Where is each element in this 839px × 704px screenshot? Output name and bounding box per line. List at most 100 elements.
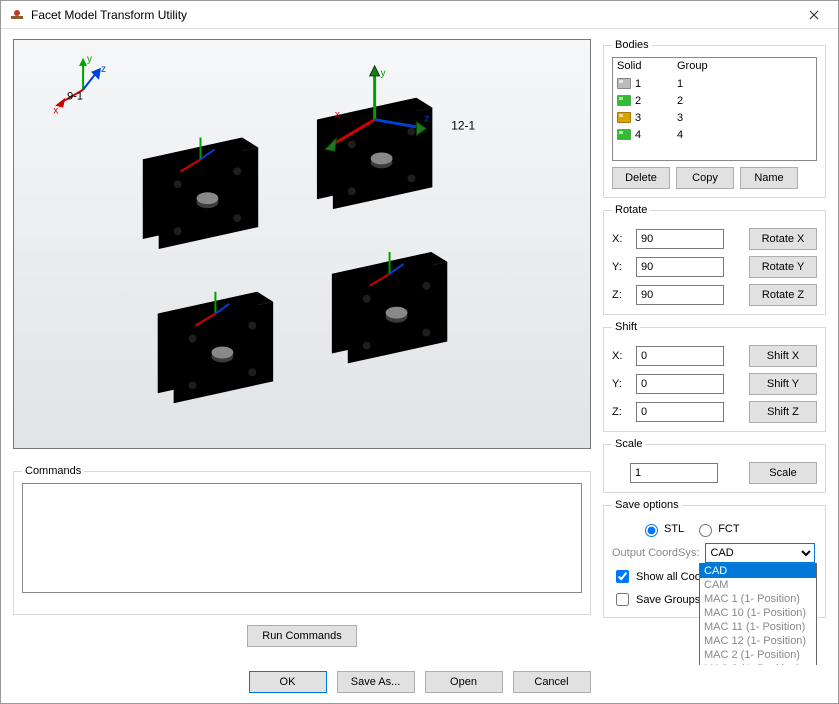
save-options-legend: Save options <box>612 499 682 511</box>
body-solid-id: 3 <box>635 112 677 124</box>
rotate-z-button[interactable]: Rotate Z <box>749 284 817 306</box>
rotate-x-button[interactable]: Rotate X <box>749 228 817 250</box>
body-axis-label: 12-1 <box>451 119 475 133</box>
scale-legend: Scale <box>612 438 646 450</box>
body-4-green[interactable] <box>158 292 273 403</box>
shift-group: Shift X: Shift X Y: Shift Y Z: Shift Z <box>603 321 826 432</box>
body-solid-id: 1 <box>635 78 677 90</box>
scale-group: Scale Scale <box>603 438 826 493</box>
show-all-coordsys-checkbox[interactable] <box>616 570 629 583</box>
dialog-button-bar: OK Save As... Open Cancel <box>1 665 838 703</box>
output-coordsys-select[interactable]: CAD <box>705 543 815 563</box>
viewport-scene: y x z 9-1 <box>14 40 590 448</box>
svg-text:x: x <box>53 106 58 117</box>
dropdown-option[interactable]: MAC 11 (1- Position) <box>700 620 816 634</box>
dialog-window: Facet Model Transform Utility y x <box>0 0 839 704</box>
close-icon <box>809 10 819 20</box>
dropdown-option[interactable]: MAC 10 (1- Position) <box>700 606 816 620</box>
save-options-group: Save options STL FCT Output CoordSys: CA… <box>603 499 826 618</box>
shift-z-input[interactable] <box>636 402 724 422</box>
body-color-icon <box>617 78 631 89</box>
body-group-id: 1 <box>677 78 683 90</box>
shift-x-label: X: <box>612 350 628 362</box>
rotate-x-label: X: <box>612 233 628 245</box>
body-color-icon <box>617 129 631 140</box>
shift-x-input[interactable] <box>636 346 724 366</box>
commands-group: Commands <box>13 465 591 615</box>
bodies-legend: Bodies <box>612 39 652 51</box>
body-group-id: 2 <box>677 95 683 107</box>
titlebar: Facet Model Transform Utility <box>1 1 838 29</box>
rotate-z-label: Z: <box>612 289 628 301</box>
svg-text:y: y <box>87 54 92 65</box>
app-icon <box>9 7 25 23</box>
scale-input[interactable] <box>630 463 718 483</box>
commands-legend: Commands <box>22 465 84 477</box>
scale-button[interactable]: Scale <box>749 462 817 484</box>
output-coordsys-dropdown[interactable]: CAD CAM MAC 1 (1- Position) MAC 10 (1- P… <box>699 563 817 665</box>
body-2-green[interactable]: x y z <box>317 66 432 209</box>
body-row[interactable]: 4 4 <box>617 126 812 143</box>
delete-button[interactable]: Delete <box>612 167 670 189</box>
dropdown-option[interactable]: MAC 1 (1- Position) <box>700 592 816 606</box>
body-1-gray[interactable] <box>143 138 258 249</box>
stl-radio-label[interactable]: STL <box>640 521 684 537</box>
run-commands-button[interactable]: Run Commands <box>247 625 357 647</box>
body-solid-id: 2 <box>635 95 677 107</box>
body-group-id: 4 <box>677 129 683 141</box>
shift-y-label: Y: <box>612 378 628 390</box>
rotate-y-input[interactable] <box>636 257 724 277</box>
stl-radio[interactable] <box>645 524 658 537</box>
right-panel: Bodies Solid Group 1 1 2 2 <box>603 39 826 657</box>
svg-text:z: z <box>101 64 106 75</box>
world-axis-label: 9-1 <box>67 91 83 103</box>
dialog-content: y x z 9-1 <box>1 29 838 665</box>
body-color-icon <box>617 112 631 123</box>
shift-z-button[interactable]: Shift Z <box>749 401 817 423</box>
dropdown-option[interactable]: MAC 3 (1- Position) <box>700 662 816 665</box>
rotate-y-button[interactable]: Rotate Y <box>749 256 817 278</box>
save-groups-checkbox[interactable] <box>616 593 629 606</box>
output-coordsys-label: Output CoordSys: <box>612 547 699 559</box>
col-group-header: Group <box>677 60 708 72</box>
body-row[interactable]: 3 3 <box>617 109 812 126</box>
shift-z-label: Z: <box>612 406 628 418</box>
shift-legend: Shift <box>612 321 640 333</box>
svg-text:z: z <box>424 114 429 125</box>
shift-y-button[interactable]: Shift Y <box>749 373 817 395</box>
save-as-button[interactable]: Save As... <box>337 671 415 693</box>
body-row[interactable]: 2 2 <box>617 92 812 109</box>
rotate-group: Rotate X: Rotate X Y: Rotate Y Z: Rotate… <box>603 204 826 315</box>
close-button[interactable] <box>794 3 834 27</box>
cancel-button[interactable]: Cancel <box>513 671 591 693</box>
ok-button[interactable]: OK <box>249 671 327 693</box>
rotate-y-label: Y: <box>612 261 628 273</box>
fct-radio-label[interactable]: FCT <box>694 521 739 537</box>
col-solid-header: Solid <box>617 60 677 72</box>
body-color-icon <box>617 95 631 106</box>
bodies-list[interactable]: Solid Group 1 1 2 2 3 <box>612 57 817 161</box>
shift-y-input[interactable] <box>636 374 724 394</box>
commands-textarea[interactable] <box>22 483 582 593</box>
copy-button[interactable]: Copy <box>676 167 734 189</box>
fct-radio[interactable] <box>699 524 712 537</box>
body-solid-id: 4 <box>635 129 677 141</box>
open-button[interactable]: Open <box>425 671 503 693</box>
dropdown-option[interactable]: MAC 2 (1- Position) <box>700 648 816 662</box>
dropdown-option[interactable]: MAC 12 (1- Position) <box>700 634 816 648</box>
body-group-id: 3 <box>677 112 683 124</box>
window-title: Facet Model Transform Utility <box>31 8 794 22</box>
svg-text:y: y <box>381 68 386 79</box>
body-row[interactable]: 1 1 <box>617 75 812 92</box>
bodies-group: Bodies Solid Group 1 1 2 2 <box>603 39 826 198</box>
rotate-x-input[interactable] <box>636 229 724 249</box>
dropdown-option[interactable]: CAD <box>700 564 816 578</box>
rotate-z-input[interactable] <box>636 285 724 305</box>
body-3-yellow[interactable] <box>332 252 447 363</box>
dropdown-option[interactable]: CAM <box>700 578 816 592</box>
name-button[interactable]: Name <box>740 167 798 189</box>
viewport-3d[interactable]: y x z 9-1 <box>13 39 591 449</box>
shift-x-button[interactable]: Shift X <box>749 345 817 367</box>
world-axis-indicator: y x z 9-1 <box>53 54 106 117</box>
rotate-legend: Rotate <box>612 204 650 216</box>
